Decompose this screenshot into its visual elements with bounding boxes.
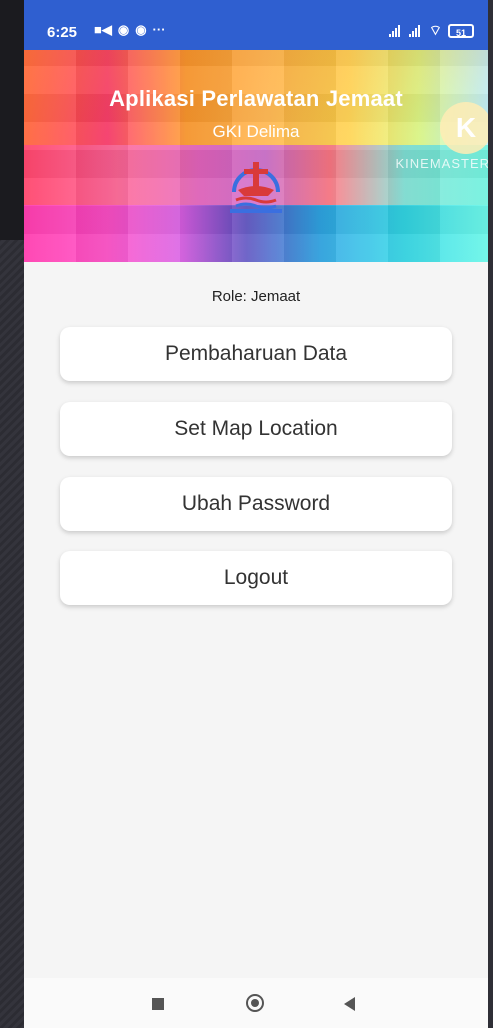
- ubah-password-button[interactable]: Ubah Password: [60, 477, 452, 531]
- app-subtitle: GKI Delima: [212, 122, 300, 141]
- chrome-icon: ◉: [135, 22, 147, 37]
- status-system-icons: ⌔ 51: [388, 22, 474, 40]
- status-time: 6:25: [47, 24, 78, 41]
- status-notification-icons: ■◀ ◉ ◉ ···: [94, 22, 166, 38]
- battery-icon: 51: [448, 24, 474, 38]
- signal-icon: [408, 25, 423, 37]
- kinemaster-watermark: KINEMASTER: [395, 156, 488, 171]
- background-dark-panel: [0, 0, 24, 240]
- phone-screen: 6:25 ■◀ ◉ ◉ ··· ⌔ 51 Aplikasi Perlawatan…: [24, 0, 488, 1028]
- kinemaster-badge-icon: K: [440, 102, 488, 154]
- background-edge: [488, 0, 493, 1028]
- role-label: Role: Jemaat: [211, 288, 301, 305]
- video-icon: ■◀: [94, 22, 112, 37]
- recents-icon[interactable]: [152, 998, 164, 1010]
- logout-button[interactable]: Logout: [60, 551, 452, 605]
- navigation-bar: [24, 978, 488, 1028]
- more-dots: ···: [152, 22, 166, 37]
- back-icon[interactable]: [344, 997, 355, 1011]
- header-banner: Aplikasi Perlawatan Jemaat GKI Delima K …: [24, 50, 488, 262]
- status-bar: 6:25 ■◀ ◉ ◉ ··· ⌔ 51: [24, 0, 488, 50]
- pembaharuan-data-button[interactable]: Pembaharuan Data: [60, 327, 452, 381]
- app-title: Aplikasi Perlawatan Jemaat: [109, 86, 403, 111]
- set-map-location-button[interactable]: Set Map Location: [60, 402, 452, 456]
- home-icon[interactable]: [246, 994, 264, 1012]
- church-logo-icon: [230, 162, 282, 213]
- chrome-icon: ◉: [117, 22, 130, 37]
- wifi-icon: ⌔: [428, 22, 442, 38]
- signal-icon: [388, 25, 403, 37]
